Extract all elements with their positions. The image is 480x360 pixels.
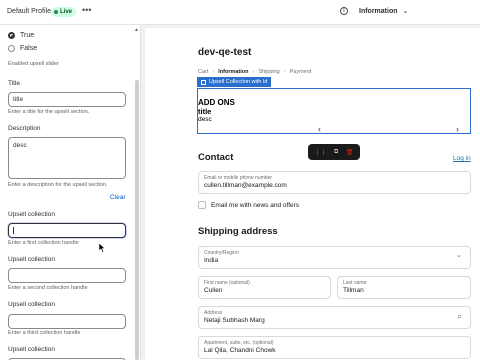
settings-panel: ▲ True False Enabled upsell slider Title… xyxy=(0,25,141,360)
block-toolbar: ⋮⋮ ⧉ 🗑 xyxy=(308,144,360,160)
description-label: Description xyxy=(8,125,41,132)
login-link[interactable]: Log in xyxy=(453,155,471,162)
country-select[interactable]: Country/Region India xyxy=(198,246,471,269)
upsell-collection-1-help: Enter a first collection handle xyxy=(8,240,79,246)
description-help-text: Enter a description for the upsell secti… xyxy=(8,182,108,188)
page-selector[interactable]: i Information ⌄ xyxy=(340,7,408,15)
upsell-collection-4-label: Upsell collection xyxy=(8,346,55,353)
search-icon[interactable]: ⌕ xyxy=(457,311,462,322)
breadcrumb-shipping: Shipping xyxy=(258,69,280,75)
chevron-right-icon: › xyxy=(283,69,286,75)
radio-selected-icon[interactable] xyxy=(8,32,15,39)
upsell-heading: ADD ONS xyxy=(198,98,235,107)
breadcrumb-payment: Payment xyxy=(289,69,312,75)
checkbox-icon[interactable] xyxy=(198,201,206,209)
first-name-field[interactable]: First name (optional) Cullen xyxy=(198,276,331,299)
block-icon xyxy=(201,79,206,85)
chevron-right-icon: › xyxy=(252,69,255,75)
radio-false[interactable]: False xyxy=(8,45,37,52)
upsell-collection-2-label: Upsell collection xyxy=(8,256,55,263)
address-field[interactable]: Address Netaji Subhash Marg xyxy=(198,306,471,329)
upsell-collection-2-input[interactable] xyxy=(8,268,126,283)
email-field[interactable]: Email or mobile phone number cullen.till… xyxy=(198,171,471,194)
store-name[interactable]: dev-qe-test xyxy=(198,47,251,58)
duplicate-icon[interactable]: ⧉ xyxy=(334,149,338,156)
email-news-checkbox[interactable]: Email me with news and offers xyxy=(198,201,299,209)
apartment-field[interactable]: Apartment, suite, etc. (optional) Lal Qi… xyxy=(198,336,471,359)
info-icon: i xyxy=(340,7,348,15)
radio-unselected-icon[interactable] xyxy=(8,45,15,52)
description-textarea[interactable]: desc xyxy=(8,137,126,179)
text-caret xyxy=(13,227,14,234)
upsell-collection-3-help: Enter a third collection handle xyxy=(8,330,81,336)
page-selector-label: Information xyxy=(359,7,398,15)
contact-heading: Contact xyxy=(198,152,234,163)
chevron-right-icon: › xyxy=(212,69,215,75)
delete-icon[interactable]: 🗑 xyxy=(346,149,354,156)
mouse-pointer-icon xyxy=(99,243,106,253)
checkout-preview: dev-qe-test Cart › Information › Shippin… xyxy=(145,28,480,360)
chevron-down-icon: ⌄ xyxy=(402,8,409,15)
live-dot-icon xyxy=(54,10,58,14)
shipping-heading: Shipping address xyxy=(198,226,278,237)
title-help-text: Enter a title for the upsell section. xyxy=(8,109,90,115)
breadcrumb-cart[interactable]: Cart xyxy=(198,69,208,75)
upsell-collection-2-help: Enter a second collection handle xyxy=(8,285,88,291)
upsell-title: title xyxy=(198,107,212,116)
live-badge: Live xyxy=(51,7,77,17)
title-input[interactable]: title xyxy=(8,92,126,107)
upsell-collection-1-input[interactable] xyxy=(8,223,126,238)
chevron-right-icon[interactable]: › xyxy=(456,124,459,134)
top-bar: Default Profile Live ••• i Information ⌄ xyxy=(0,0,480,25)
move-handle-icon[interactable]: ⋮⋮ xyxy=(315,149,327,156)
scrollbar[interactable] xyxy=(135,80,139,360)
last-name-field[interactable]: Last name Tillman xyxy=(337,276,471,299)
clear-button[interactable]: Clear xyxy=(110,194,126,201)
upsell-description: desc xyxy=(198,116,212,123)
upsell-collection-3-input[interactable] xyxy=(8,314,126,329)
radio-true[interactable]: True xyxy=(8,32,34,39)
breadcrumb: Cart › Information › Shipping › Payment xyxy=(198,69,311,75)
upsell-block[interactable] xyxy=(197,88,471,134)
upsell-collection-3-label: Upsell collection xyxy=(8,301,55,308)
profile-title[interactable]: Default Profile xyxy=(7,8,51,15)
upsell-block-tag: Upsell Collection with Id xyxy=(197,77,272,87)
scroll-up-icon[interactable]: ▲ xyxy=(134,27,139,33)
chevron-left-icon[interactable]: ‹ xyxy=(318,124,321,134)
title-label: Title xyxy=(8,80,21,87)
chevron-down-icon: ⌄ xyxy=(456,252,462,259)
upsell-collection-1-label: Upsell collection xyxy=(8,211,55,218)
more-actions-button[interactable]: ••• xyxy=(82,5,91,15)
radio-help-text: Enabled upsell slider xyxy=(8,61,59,67)
breadcrumb-information: Information xyxy=(218,69,249,75)
